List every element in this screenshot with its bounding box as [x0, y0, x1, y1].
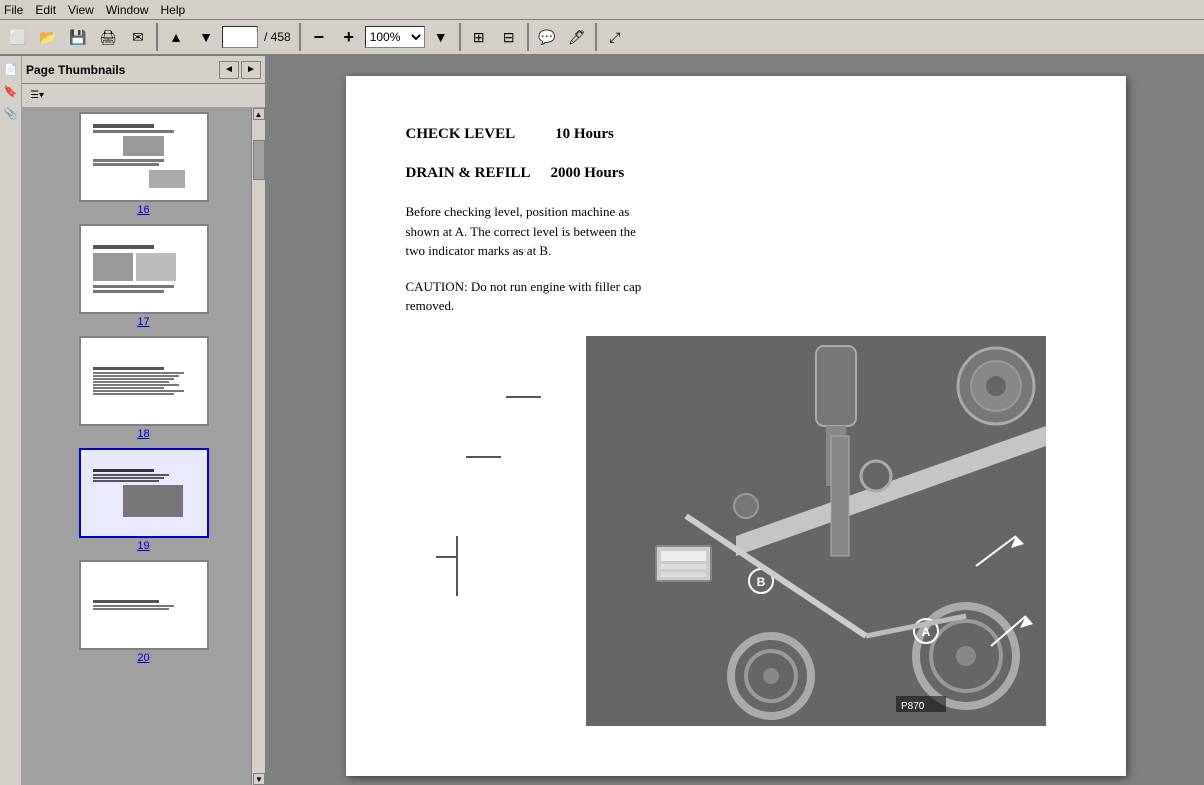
- sidebar-options-button[interactable]: ☰▾: [26, 87, 48, 105]
- menu-file[interactable]: File: [4, 3, 23, 17]
- scrollbar-thumb[interactable]: [253, 140, 265, 180]
- heading-drain-refill: DRAIN & REFILL 2000 Hours: [406, 165, 1066, 182]
- check-level-label: CHECK LEVEL: [406, 126, 516, 143]
- thumbnails-area[interactable]: 16 17: [22, 108, 265, 785]
- thumb-content-16: [89, 120, 199, 195]
- left-icon-column: 📄 🔖 📎: [0, 56, 22, 785]
- page-view: CHECK LEVEL 10 Hours DRAIN & REFILL 2000…: [346, 76, 1126, 776]
- fit-page-button[interactable]: ⊞: [465, 23, 493, 51]
- thumbnail-20[interactable]: 20: [26, 560, 261, 664]
- page-total: / 458: [264, 30, 291, 44]
- thumb-frame-16[interactable]: [79, 112, 209, 202]
- comment-button[interactable]: 💬: [533, 23, 561, 51]
- thumb-frame-18[interactable]: [79, 336, 209, 426]
- toolbar-sep-2: [299, 23, 301, 51]
- open-button[interactable]: 📂: [34, 23, 62, 51]
- new-button[interactable]: ⬜: [4, 23, 32, 51]
- line-marker-mid: [466, 456, 501, 458]
- sidebar-toolbar: ☰▾: [22, 84, 265, 108]
- thumb-content-17: [89, 241, 199, 297]
- paragraph-text: Before checking level, position machine …: [406, 202, 646, 261]
- sidebar-nav-forward[interactable]: ►: [241, 61, 261, 79]
- thumbnail-17[interactable]: 17: [26, 224, 261, 328]
- machinery-svg: B A: [586, 336, 1046, 726]
- page-down-button[interactable]: ▼: [192, 23, 220, 51]
- page-number-input[interactable]: 19: [222, 26, 258, 48]
- drain-refill-label: DRAIN & REFILL: [406, 165, 531, 182]
- save-button[interactable]: 💾: [64, 23, 92, 51]
- document-content[interactable]: CHECK LEVEL 10 Hours DRAIN & REFILL 2000…: [267, 56, 1204, 785]
- svg-text:B: B: [756, 575, 765, 589]
- thumb-label-20[interactable]: 20: [137, 652, 149, 664]
- thumb-frame-20[interactable]: [79, 560, 209, 650]
- sidebar: Page Thumbnails ◄ ► ☰▾: [22, 56, 267, 785]
- zoom-select[interactable]: 50% 75% 100% 125% 150% 200%: [365, 26, 425, 48]
- heading-check-level: CHECK LEVEL 10 Hours: [406, 126, 1066, 153]
- zoom-out-button[interactable]: −: [305, 23, 333, 51]
- print-button[interactable]: 🖨: [94, 23, 122, 51]
- bookmark-icon[interactable]: 🔖: [2, 82, 20, 100]
- sidebar-scrollbar[interactable]: ▲ ▼: [251, 108, 265, 785]
- sidebar-nav-back[interactable]: ◄: [219, 61, 239, 79]
- svg-text:P870: P870: [901, 701, 925, 712]
- main-area: 📄 🔖 📎 Page Thumbnails ◄ ► ☰▾: [0, 56, 1204, 785]
- menu-view[interactable]: View: [68, 3, 94, 17]
- check-level-time: 10 Hours: [555, 126, 614, 143]
- thumb-label-18[interactable]: 18: [137, 428, 149, 440]
- menu-edit[interactable]: Edit: [35, 3, 56, 17]
- fit-width-button[interactable]: ⊟: [495, 23, 523, 51]
- page-panel-icon[interactable]: 📄: [2, 60, 20, 78]
- attach-icon[interactable]: 📎: [2, 104, 20, 122]
- toolbar: ⬜ 📂 💾 🖨 ✉ ▲ ▼ 19 / 458 − + 50% 75% 100% …: [0, 20, 1204, 56]
- page-image-area: B A: [406, 336, 1066, 726]
- menu-bar: File Edit View Window Help: [0, 0, 1204, 20]
- machinery-image: B A: [586, 336, 1046, 726]
- thumb-label-16[interactable]: 16: [137, 204, 149, 216]
- thumb-content-18: [89, 363, 199, 400]
- drain-refill-time: 2000 Hours: [551, 165, 625, 182]
- page-up-button[interactable]: ▲: [162, 23, 190, 51]
- caution-text: CAUTION: Do not run engine with filler c…: [406, 277, 646, 316]
- thumb-content-19: [89, 465, 199, 521]
- line-marker-left: [436, 556, 458, 558]
- expand-button[interactable]: ⤢: [601, 23, 629, 51]
- thumb-label-17[interactable]: 17: [137, 316, 149, 328]
- thumb-frame-17[interactable]: [79, 224, 209, 314]
- menu-help[interactable]: Help: [161, 3, 186, 17]
- sidebar-title: Page Thumbnails: [26, 63, 125, 77]
- menu-window[interactable]: Window: [106, 3, 149, 17]
- toolbar-sep-3: [459, 23, 461, 51]
- thumb-content-20: [89, 596, 199, 615]
- thumb-frame-19[interactable]: [79, 448, 209, 538]
- scrollbar-up[interactable]: ▲: [253, 108, 265, 120]
- thumbnail-16[interactable]: 16: [26, 112, 261, 216]
- zoom-dropdown-button[interactable]: ▼: [427, 23, 455, 51]
- thumb-label-19[interactable]: 19: [137, 540, 149, 552]
- scrollbar-down[interactable]: ▼: [253, 773, 265, 785]
- toolbar-sep-4: [527, 23, 529, 51]
- line-marker-vert: [456, 536, 458, 596]
- highlight-button[interactable]: 🖊: [563, 23, 591, 51]
- sidebar-header: Page Thumbnails ◄ ►: [22, 56, 265, 84]
- zoom-in-button[interactable]: +: [335, 23, 363, 51]
- thumbnail-19[interactable]: 19: [26, 448, 261, 552]
- toolbar-sep-5: [595, 23, 597, 51]
- thumbnail-18[interactable]: 18: [26, 336, 261, 440]
- line-marker-top: [506, 396, 541, 398]
- email-button[interactable]: ✉: [124, 23, 152, 51]
- toolbar-sep-1: [156, 23, 158, 51]
